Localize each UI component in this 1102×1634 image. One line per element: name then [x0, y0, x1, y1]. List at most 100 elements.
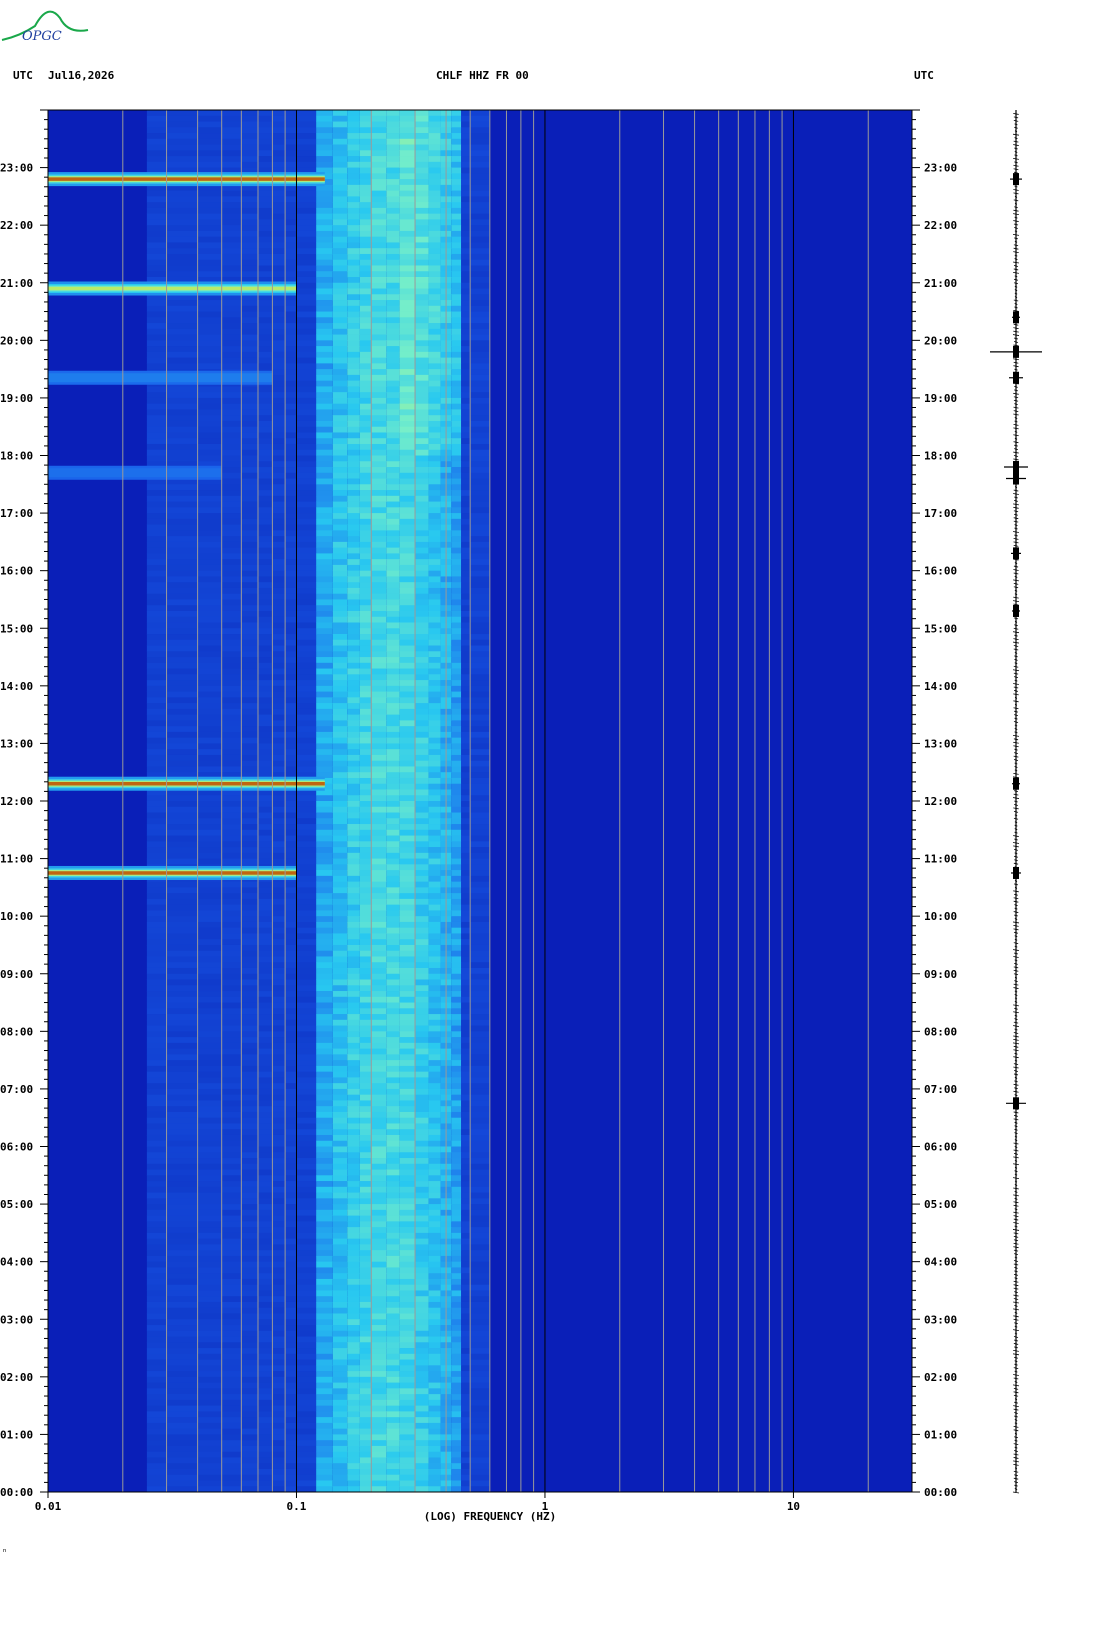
spectrogram-cell: [386, 933, 400, 940]
spectrogram-cell: [241, 749, 258, 756]
spectrogram-cell: [166, 599, 198, 606]
spectrogram-cell: [347, 1117, 360, 1124]
spectrogram-cell: [399, 979, 416, 986]
spectrogram-cell: [428, 1198, 441, 1205]
spectrogram-cell: [146, 1181, 167, 1188]
spectrogram-cell: [257, 1221, 273, 1228]
spectrogram-cell: [241, 1071, 258, 1078]
spectrogram-cell: [428, 812, 441, 819]
spectrogram-cell: [428, 409, 441, 416]
spectrogram-cell: [316, 392, 333, 399]
spectrogram-cell: [415, 720, 429, 727]
spectrogram-cell: [166, 979, 198, 986]
spectrogram-cell: [386, 939, 400, 946]
spectrogram-cell: [371, 190, 387, 197]
spectrogram-cell: [470, 449, 490, 456]
spectrogram-cell: [399, 213, 416, 220]
spectrogram-cell: [371, 219, 387, 226]
spectrogram-cell: [166, 605, 198, 612]
spectrogram-cell: [428, 1307, 441, 1314]
spectrogram-cell: [332, 1175, 348, 1182]
spectrogram-cell: [371, 1158, 387, 1165]
spectrogram-cell: [316, 1394, 333, 1401]
spectrogram-cell: [399, 939, 416, 946]
spectrogram-cell: [332, 645, 348, 652]
spectrogram-cell: [197, 634, 222, 641]
spectrogram-cell: [470, 887, 490, 894]
spectrogram-cell: [470, 662, 490, 669]
spectrogram-cell: [197, 202, 222, 209]
spectrogram-cell: [241, 1336, 258, 1343]
spectrogram-cell: [221, 829, 242, 836]
spectrogram-cell: [296, 553, 317, 560]
spectrogram-cell: [451, 392, 462, 399]
spectrogram-cell: [221, 910, 242, 917]
spectrogram-cell: [241, 553, 258, 560]
spectrogram-cell: [332, 898, 348, 906]
spectrogram-cell: [296, 622, 317, 629]
spectrogram-cell: [347, 610, 360, 618]
spectrogram-cell: [371, 1140, 387, 1147]
spectrogram-cell: [146, 1198, 167, 1205]
spectrogram-cell: [166, 1186, 198, 1193]
spectrogram-cell: [241, 806, 258, 813]
spectrogram-cell: [386, 1273, 400, 1280]
spectrogram-cell: [415, 812, 429, 819]
spectrogram-cell: [399, 1071, 416, 1078]
spectrogram-cell: [428, 374, 441, 382]
spectrogram-cell: [470, 1255, 490, 1263]
spectrogram-cell: [272, 1077, 286, 1084]
spectrogram-cell: [470, 207, 490, 215]
spectrogram-cell: [359, 357, 372, 364]
spectrogram-cell: [461, 1042, 471, 1050]
spectrogram-cell: [451, 1106, 462, 1113]
spectrogram-cell: [332, 219, 348, 226]
spectrogram-cell: [197, 495, 222, 502]
spectrogram-cell: [257, 271, 273, 278]
spectrogram-cell: [166, 432, 198, 439]
spectrogram-cell: [399, 708, 416, 716]
spectrogram-cell: [332, 138, 348, 145]
spectrogram-cell: [296, 443, 317, 451]
spectrogram-cell: [347, 685, 360, 692]
spectrogram-cell: [399, 921, 416, 929]
spectrogram-cell: [461, 605, 471, 612]
spectrogram-cell: [399, 1094, 416, 1101]
spectrogram-cell: [146, 1307, 167, 1314]
spectrogram-cell: [347, 397, 360, 405]
spectrogram-cell: [285, 956, 297, 963]
spectrogram-cell: [146, 443, 167, 451]
spectrogram-cell: [461, 1117, 471, 1124]
spectrogram-cell: [296, 513, 317, 520]
spectrogram-cell: [359, 1325, 372, 1332]
spectrogram-cell: [332, 1261, 348, 1268]
spectrogram-cell: [415, 207, 429, 215]
spectrogram-cell: [146, 743, 167, 750]
spectrogram-cell: [316, 858, 333, 865]
spectrogram-cell: [166, 1244, 198, 1251]
spectrogram-cell: [272, 962, 286, 969]
spectrogram-cell: [399, 397, 416, 405]
spectrogram-cell: [257, 1088, 273, 1096]
spectrogram-cell: [257, 1123, 273, 1130]
spectrogram-cell: [241, 1065, 258, 1073]
spectrogram-cell: [241, 150, 258, 157]
spectrogram-cell: [415, 351, 429, 359]
spectrogram-cell: [428, 236, 441, 243]
spectrogram-cell: [359, 461, 372, 468]
spectrogram-cell: [415, 115, 429, 122]
spectrogram-cell: [347, 766, 360, 773]
spectrogram-cell: [371, 749, 387, 756]
spectrogram-cell: [451, 1192, 462, 1199]
spectrogram-cell: [461, 680, 471, 687]
spectrogram-cell: [371, 553, 387, 560]
spectrogram-cell: [257, 731, 273, 739]
spectrogram-cell: [332, 749, 348, 756]
spectrogram-cell: [461, 1319, 471, 1326]
spectrogram-cell: [296, 1100, 317, 1107]
spectrogram-cell: [386, 1094, 400, 1101]
spectrogram-cell: [347, 708, 360, 716]
spectrogram-cell: [257, 852, 273, 859]
spectrogram-cell: [166, 1325, 198, 1332]
spectrogram-cell: [272, 1014, 286, 1021]
